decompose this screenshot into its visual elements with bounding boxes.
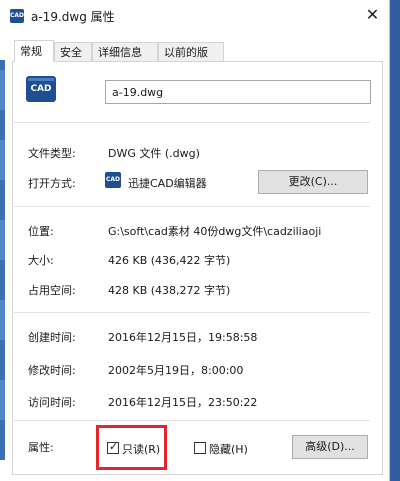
file-type-label: 文件类型: (28, 147, 76, 160)
location-value: G:\soft\cad素材 40份dwg文件\cadziliaoji (108, 225, 322, 238)
change-button[interactable]: 更改(C)... (258, 170, 368, 194)
hidden-label[interactable]: 隐藏(H) (209, 441, 248, 457)
attributes-label: 属性: (28, 441, 54, 454)
created-label: 创建时间: (28, 331, 76, 344)
created-value: 2016年12月15日，19:58:58 (108, 331, 258, 344)
advanced-button[interactable]: 高级(D)... (292, 435, 368, 459)
file-name-input[interactable] (105, 80, 371, 104)
readonly-highlight (96, 425, 167, 470)
divider (14, 312, 370, 313)
modified-value: 2002年5月19日，8:00:00 (108, 364, 244, 377)
desktop-edge (0, 60, 5, 460)
cad-file-icon: CAD (10, 9, 24, 23)
close-button[interactable]: ✕ (356, 0, 389, 30)
window-title: a-19.dwg 属性 (31, 10, 115, 24)
tab-security[interactable]: 安全 (54, 42, 92, 61)
general-panel (12, 61, 383, 475)
desktop-background (389, 0, 400, 481)
tab-details[interactable]: 详细信息 (92, 42, 158, 61)
modified-label: 修改时间: (28, 364, 76, 377)
divider (14, 122, 370, 123)
tab-general[interactable]: 常规 (14, 40, 54, 62)
file-type-value: DWG 文件 (.dwg) (108, 147, 200, 160)
size-value: 426 KB (436,422 字节) (108, 254, 231, 267)
properties-dialog: CAD a-19.dwg 属性 ✕ 常规 安全 详细信息 以前的版本 CAD 文… (0, 0, 390, 481)
title-bar[interactable]: CAD a-19.dwg 属性 ✕ (0, 0, 389, 32)
size-on-disk-label: 占用空间: (28, 284, 76, 297)
tab-strip: 常规 安全 详细信息 以前的版本 (0, 40, 389, 78)
divider (14, 420, 370, 421)
hidden-checkbox[interactable] (194, 442, 206, 454)
accessed-value: 2016年12月15日，23:50:22 (108, 396, 258, 409)
location-label: 位置: (28, 225, 54, 238)
cad-app-icon: CAD (105, 172, 121, 188)
cad-file-icon: CAD (26, 76, 56, 102)
open-with-app: 迅捷CAD编辑器 (128, 177, 207, 190)
size-on-disk-value: 428 KB (438,272 字节) (108, 284, 231, 297)
divider (14, 206, 370, 207)
open-with-label: 打开方式: (28, 177, 76, 190)
tab-previous-versions[interactable]: 以前的版本 (158, 42, 224, 78)
accessed-label: 访问时间: (28, 396, 76, 409)
size-label: 大小: (28, 254, 54, 267)
